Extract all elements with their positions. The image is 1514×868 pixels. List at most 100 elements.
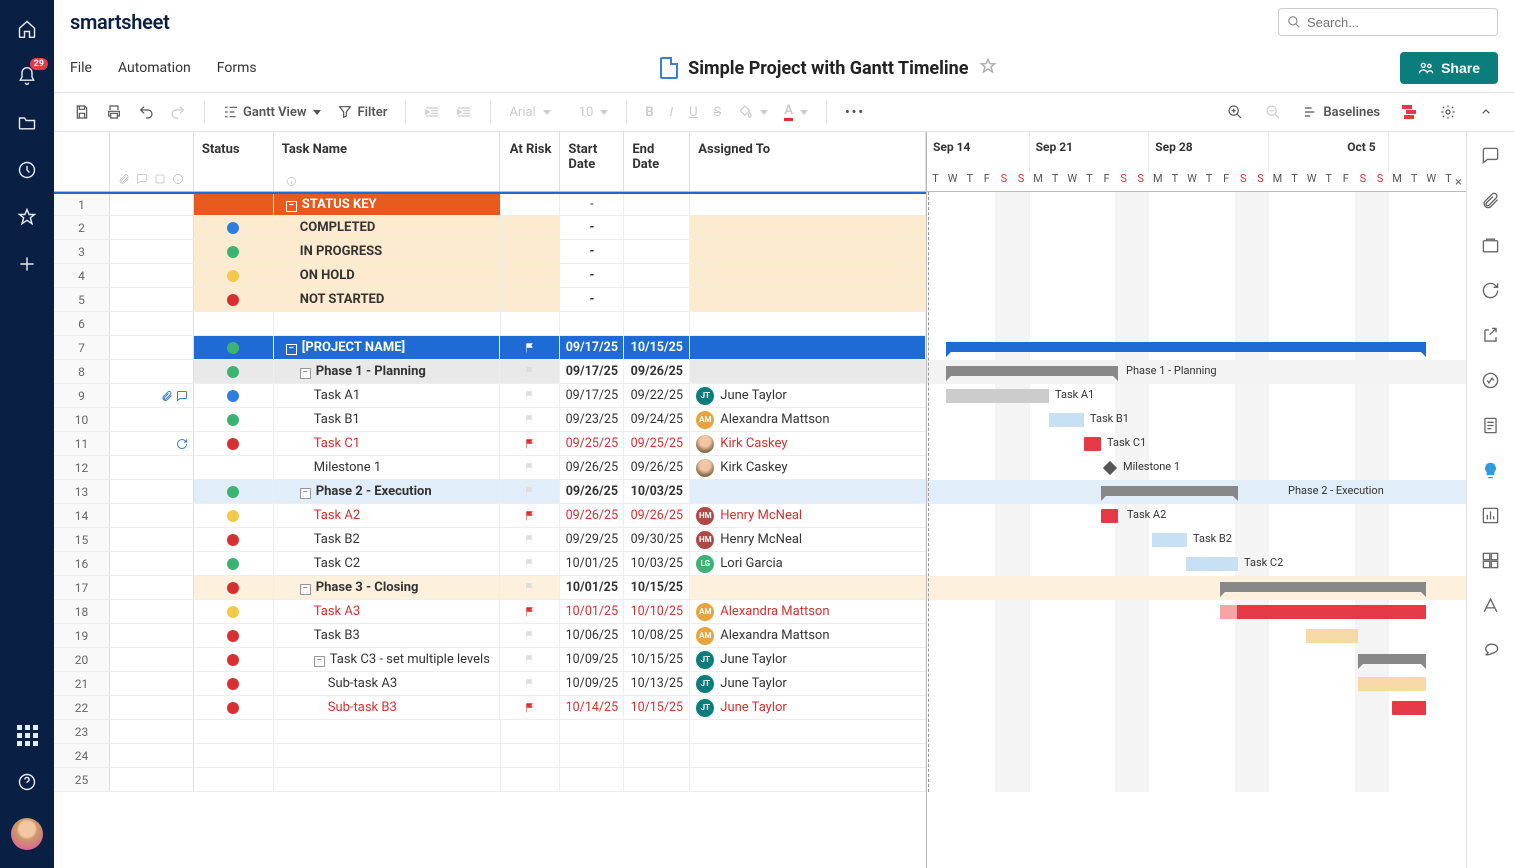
gantt-bar[interactable] bbox=[1220, 605, 1426, 619]
cell-assigned-to[interactable]: JTJune Taylor bbox=[690, 672, 926, 695]
cell-task-name[interactable]: COMPLETED bbox=[274, 216, 501, 239]
row-number[interactable]: 13 bbox=[54, 480, 110, 503]
col-status[interactable]: Status bbox=[194, 132, 274, 191]
cell-assigned-to[interactable] bbox=[690, 216, 926, 239]
cell-status[interactable] bbox=[194, 194, 274, 215]
cell-at-risk[interactable] bbox=[500, 696, 560, 719]
cell-status[interactable] bbox=[194, 360, 274, 383]
cell-start-date[interactable] bbox=[560, 744, 624, 767]
view-switcher[interactable]: Gantt View bbox=[217, 100, 327, 124]
grid-row[interactable]: 19 Task B3 10/06/25 10/08/25 AMAlexandra… bbox=[54, 624, 926, 648]
menu-automation[interactable]: Automation bbox=[118, 60, 191, 76]
cell-end-date[interactable]: 09/24/25 bbox=[624, 408, 690, 431]
cell-task-name[interactable]: −Phase 3 - Closing bbox=[274, 576, 501, 599]
cell-end-date[interactable]: 10/03/25 bbox=[624, 552, 690, 575]
cell-assigned-to[interactable] bbox=[690, 744, 926, 767]
cell-assigned-to[interactable] bbox=[690, 336, 926, 359]
row-number[interactable]: 2 bbox=[54, 216, 110, 239]
grid-row[interactable]: 25 bbox=[54, 768, 926, 792]
cell-task-name[interactable]: Task B3 bbox=[274, 624, 501, 647]
cell-at-risk[interactable] bbox=[500, 360, 560, 383]
cell-status[interactable] bbox=[194, 720, 274, 743]
cell-at-risk[interactable] bbox=[500, 552, 560, 575]
col-task-name[interactable]: Task Name bbox=[274, 132, 501, 191]
home-icon[interactable] bbox=[16, 18, 38, 40]
cell-end-date[interactable]: 09/30/25 bbox=[624, 528, 690, 551]
baselines-button[interactable]: Baselines bbox=[1297, 100, 1386, 124]
conversations-icon[interactable] bbox=[1481, 146, 1500, 169]
grid-row[interactable]: 8 −Phase 1 - Planning 09/17/25 09/26/25 bbox=[54, 360, 926, 384]
row-number[interactable]: 6 bbox=[54, 312, 110, 335]
cell-end-date[interactable]: 10/10/25 bbox=[624, 600, 690, 623]
cell-status[interactable] bbox=[194, 456, 274, 479]
cell-start-date[interactable] bbox=[560, 768, 624, 791]
cell-assigned-to[interactable] bbox=[690, 288, 926, 311]
cell-task-name[interactable]: Task A1 bbox=[274, 384, 501, 407]
folder-icon[interactable] bbox=[16, 112, 38, 134]
cell-end-date[interactable]: 10/13/25 bbox=[624, 672, 690, 695]
cell-end-date[interactable] bbox=[624, 194, 690, 215]
cell-assigned-to[interactable]: HMHenry McNeal bbox=[690, 528, 926, 551]
notifications-icon[interactable]: 29 bbox=[16, 65, 38, 87]
filter-button[interactable]: Filter bbox=[331, 100, 393, 124]
cell-at-risk[interactable] bbox=[500, 456, 560, 479]
cell-assigned-to[interactable]: LGLori Garcia bbox=[690, 552, 926, 575]
cell-status[interactable] bbox=[194, 312, 274, 335]
row-number[interactable]: 12 bbox=[54, 456, 110, 479]
cell-at-risk[interactable] bbox=[500, 408, 560, 431]
row-number[interactable]: 17 bbox=[54, 576, 110, 599]
proofs-icon[interactable] bbox=[1481, 236, 1500, 259]
cell-at-risk[interactable] bbox=[500, 648, 560, 671]
cell-status[interactable] bbox=[194, 504, 274, 527]
row-number[interactable]: 8 bbox=[54, 360, 110, 383]
cell-start-date[interactable]: - bbox=[560, 216, 624, 239]
grid-row[interactable]: 23 bbox=[54, 720, 926, 744]
font-select[interactable]: Arial bbox=[503, 101, 556, 124]
text-color-button[interactable]: A bbox=[778, 99, 814, 125]
gantt-bar[interactable] bbox=[1152, 533, 1187, 547]
cell-start-date[interactable]: 09/17/25 bbox=[560, 336, 624, 359]
row-number[interactable]: 10 bbox=[54, 408, 110, 431]
gantt-bar[interactable] bbox=[1306, 629, 1358, 643]
cell-assigned-to[interactable] bbox=[690, 768, 926, 791]
more-button[interactable]: ••• bbox=[839, 101, 871, 124]
cell-task-name[interactable] bbox=[274, 768, 501, 791]
critical-path-button[interactable] bbox=[1396, 100, 1424, 124]
font-size-select[interactable]: 10 bbox=[573, 101, 615, 124]
row-number[interactable]: 4 bbox=[54, 264, 110, 287]
cell-task-name[interactable]: NOT STARTED bbox=[274, 288, 501, 311]
cell-status[interactable] bbox=[194, 696, 274, 719]
cell-at-risk[interactable] bbox=[501, 720, 561, 743]
row-number[interactable]: 19 bbox=[54, 624, 110, 647]
update-requests-icon[interactable] bbox=[1481, 281, 1500, 304]
gantt-milestone[interactable] bbox=[1103, 461, 1117, 475]
cell-end-date[interactable] bbox=[624, 240, 690, 263]
cell-at-risk[interactable] bbox=[500, 432, 560, 455]
cell-assigned-to[interactable] bbox=[690, 264, 926, 287]
cell-assigned-to[interactable]: Kirk Caskey bbox=[690, 456, 926, 479]
cell-start-date[interactable]: - bbox=[560, 240, 624, 263]
cell-status[interactable] bbox=[194, 768, 274, 791]
row-number[interactable]: 11 bbox=[54, 432, 110, 455]
grid-row[interactable]: 6 bbox=[54, 312, 926, 336]
gantt-bar[interactable] bbox=[1392, 701, 1426, 715]
cell-end-date[interactable] bbox=[624, 744, 690, 767]
cell-end-date[interactable] bbox=[624, 312, 690, 335]
strike-button[interactable]: S bbox=[708, 101, 728, 124]
cell-status[interactable] bbox=[194, 672, 274, 695]
user-avatar[interactable] bbox=[11, 818, 43, 850]
cell-assigned-to[interactable] bbox=[690, 360, 926, 383]
cell-start-date[interactable]: 10/01/25 bbox=[560, 600, 624, 623]
cell-end-date[interactable]: 10/03/25 bbox=[624, 480, 690, 503]
grid-row[interactable]: 20 −Task C3 - set multiple levels 10/09/… bbox=[54, 648, 926, 672]
grid-row[interactable]: 21 Sub-task A3 10/09/25 10/13/25 JTJune … bbox=[54, 672, 926, 696]
cell-start-date[interactable]: 09/26/25 bbox=[560, 456, 624, 479]
grid-row[interactable]: 22 Sub-task B3 10/14/25 10/15/25 JTJune … bbox=[54, 696, 926, 720]
grid-row[interactable]: 17 −Phase 3 - Closing 10/01/25 10/15/25 bbox=[54, 576, 926, 600]
search-input[interactable] bbox=[1307, 15, 1489, 30]
italic-button[interactable]: I bbox=[664, 101, 679, 124]
apps-icon[interactable] bbox=[16, 724, 38, 746]
cell-assigned-to[interactable]: AMAlexandra Mattson bbox=[690, 624, 926, 647]
cell-end-date[interactable] bbox=[624, 720, 690, 743]
collapse-panel-button[interactable] bbox=[1472, 100, 1500, 124]
